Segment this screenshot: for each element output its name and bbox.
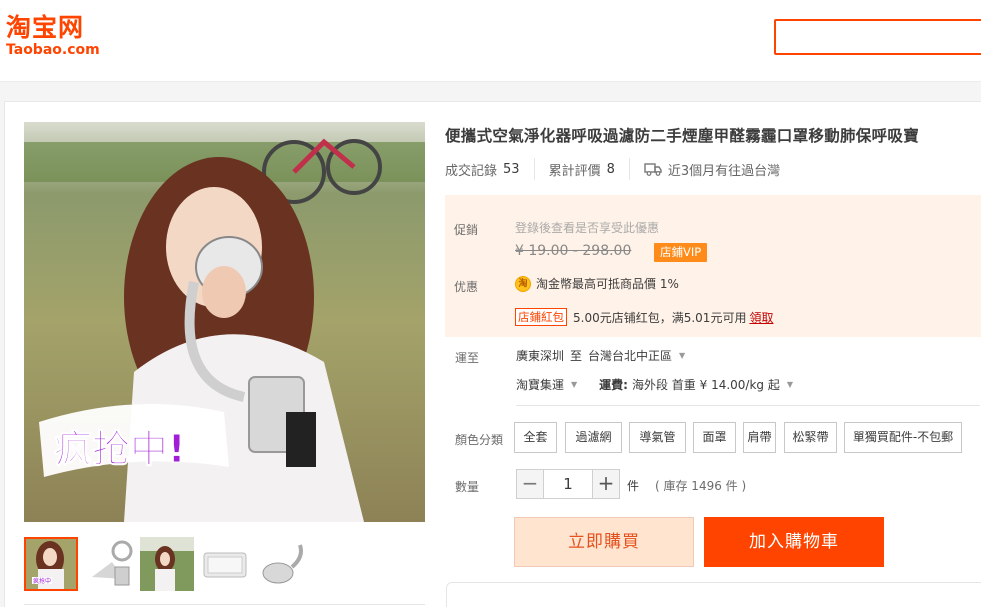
section-divider — [516, 405, 980, 406]
image-badge-text: 疯抢中! — [54, 427, 185, 471]
stat-value: 53 — [503, 161, 520, 177]
product-title: 便攜式空氣淨化器呼吸過濾防二手煙塵甲醛霧霾口罩移動肺保呼吸寶 — [445, 127, 920, 145]
coin-icon: 淘 — [515, 275, 531, 292]
logo-text-en: Taobao.com — [6, 42, 100, 58]
thumbnail-1[interactable]: 疯抢中 — [24, 537, 78, 591]
stat-transactions[interactable]: 成交記錄 53 — [445, 160, 520, 179]
shipping-method-row: 淘寶集運 ▼ 運費: 海外段 首重 ¥ 14.00/kg 起 ▼ — [516, 376, 793, 393]
add-to-cart-button[interactable]: 加入購物車 — [704, 517, 884, 567]
quantity-decrease-button[interactable]: − — [517, 470, 543, 498]
stat-value: 8 — [606, 161, 615, 177]
chevron-down-icon[interactable]: ▼ — [787, 380, 793, 389]
sku-option[interactable]: 全套 — [514, 422, 557, 453]
quantity-unit: 件 — [627, 479, 640, 493]
shipping-label: 運至 — [455, 351, 480, 365]
stock-count: ( 庫存 1496 件 ) — [655, 479, 747, 493]
sku-option[interactable]: 導氣管 — [629, 422, 686, 453]
coin-offer: 淘 淘金幣最高可抵商品價 1% — [515, 275, 679, 292]
price-range: ¥ 19.00 - 298.00 — [515, 243, 632, 259]
gallery-divider — [24, 604, 425, 605]
thumbnail-4[interactable] — [198, 537, 252, 591]
shipping-destination[interactable]: 台灣台北中正區 — [588, 347, 672, 364]
shipping-to: 至 — [570, 349, 583, 363]
main-product-image[interactable]: 疯抢中! — [24, 122, 425, 522]
shipping-origin: 廣東深圳 — [516, 349, 565, 363]
svg-text:疯抢中: 疯抢中 — [33, 577, 51, 585]
color-category-label: 顏色分類 — [455, 433, 504, 447]
sku-option[interactable]: 松緊帶 — [784, 422, 837, 453]
claim-link[interactable]: 領取 — [749, 309, 773, 326]
quantity-input[interactable]: 1 — [543, 470, 593, 498]
sku-option[interactable]: 過濾網 — [565, 422, 622, 453]
truck-icon — [644, 163, 662, 176]
buy-now-button[interactable]: 立即購買 — [514, 517, 694, 567]
stat-label: 成交記錄 — [445, 163, 498, 179]
quantity-stepper: − 1 + — [516, 469, 620, 499]
login-hint[interactable]: 登錄後查看是否享受此優惠 — [515, 219, 659, 236]
search-input[interactable] — [774, 19, 981, 55]
stat-separator — [628, 158, 630, 180]
promo-panel: 促銷 登錄後查看是否享受此優惠 ¥ 19.00 - 298.00 店鋪VIP 优… — [445, 195, 981, 337]
taobao-logo[interactable]: 淘宝网 Taobao.com — [6, 13, 100, 59]
promo-price-label: 促銷 — [454, 223, 479, 237]
sku-option[interactable]: 肩帶 — [743, 422, 776, 453]
stat-delivery: 近3個月有往過台灣 — [644, 160, 780, 179]
stat-label: 累計評價 — [548, 163, 601, 179]
thumbnail-5[interactable] — [256, 537, 310, 591]
site-header: 淘宝网 Taobao.com — [0, 0, 981, 82]
vip-badge: 店鋪VIP — [654, 243, 708, 262]
product-stats: 成交記錄 53 累計評價 8 近3個月有往過台灣 — [445, 158, 780, 180]
stat-reviews[interactable]: 累計評價 8 — [549, 160, 615, 179]
shipping-fee-value: 海外段 首重 ¥ 14.00/kg 起 — [631, 378, 780, 392]
chevron-down-icon[interactable]: ▼ — [571, 380, 577, 389]
sku-option[interactable]: 單獨買配件-不包郵 — [844, 422, 962, 453]
thumbnail-2[interactable] — [82, 537, 136, 591]
delivery-note: 近3個月有往過台灣 — [667, 163, 781, 179]
coin-offer-text: 淘金幣最高可抵商品價 1% — [536, 277, 679, 291]
quantity-increase-button[interactable]: + — [593, 470, 619, 498]
shipping-fee-label: 運費: — [599, 378, 628, 392]
stat-separator — [533, 158, 535, 180]
sku-option[interactable]: 面罩 — [693, 422, 736, 453]
red-packet-tag: 店鋪紅包 — [515, 308, 567, 326]
shipping-method[interactable]: 淘寶集運 — [516, 376, 564, 393]
red-packet-offer: 店鋪紅包 5.00元店铺红包，满5.01元可用 領取 — [515, 308, 773, 326]
bottom-panel — [446, 582, 981, 607]
logo-text-cn: 淘宝网 — [6, 13, 85, 42]
chevron-down-icon[interactable]: ▼ — [679, 351, 685, 360]
quantity-label: 數量 — [455, 480, 480, 494]
shipping-route: 廣東深圳 至 台灣台北中正區 ▼ — [516, 347, 685, 364]
thumbnail-3[interactable] — [140, 537, 194, 591]
red-packet-text: 5.00元店铺红包，满5.01元可用 — [573, 310, 747, 325]
discount-label: 优惠 — [454, 280, 479, 294]
